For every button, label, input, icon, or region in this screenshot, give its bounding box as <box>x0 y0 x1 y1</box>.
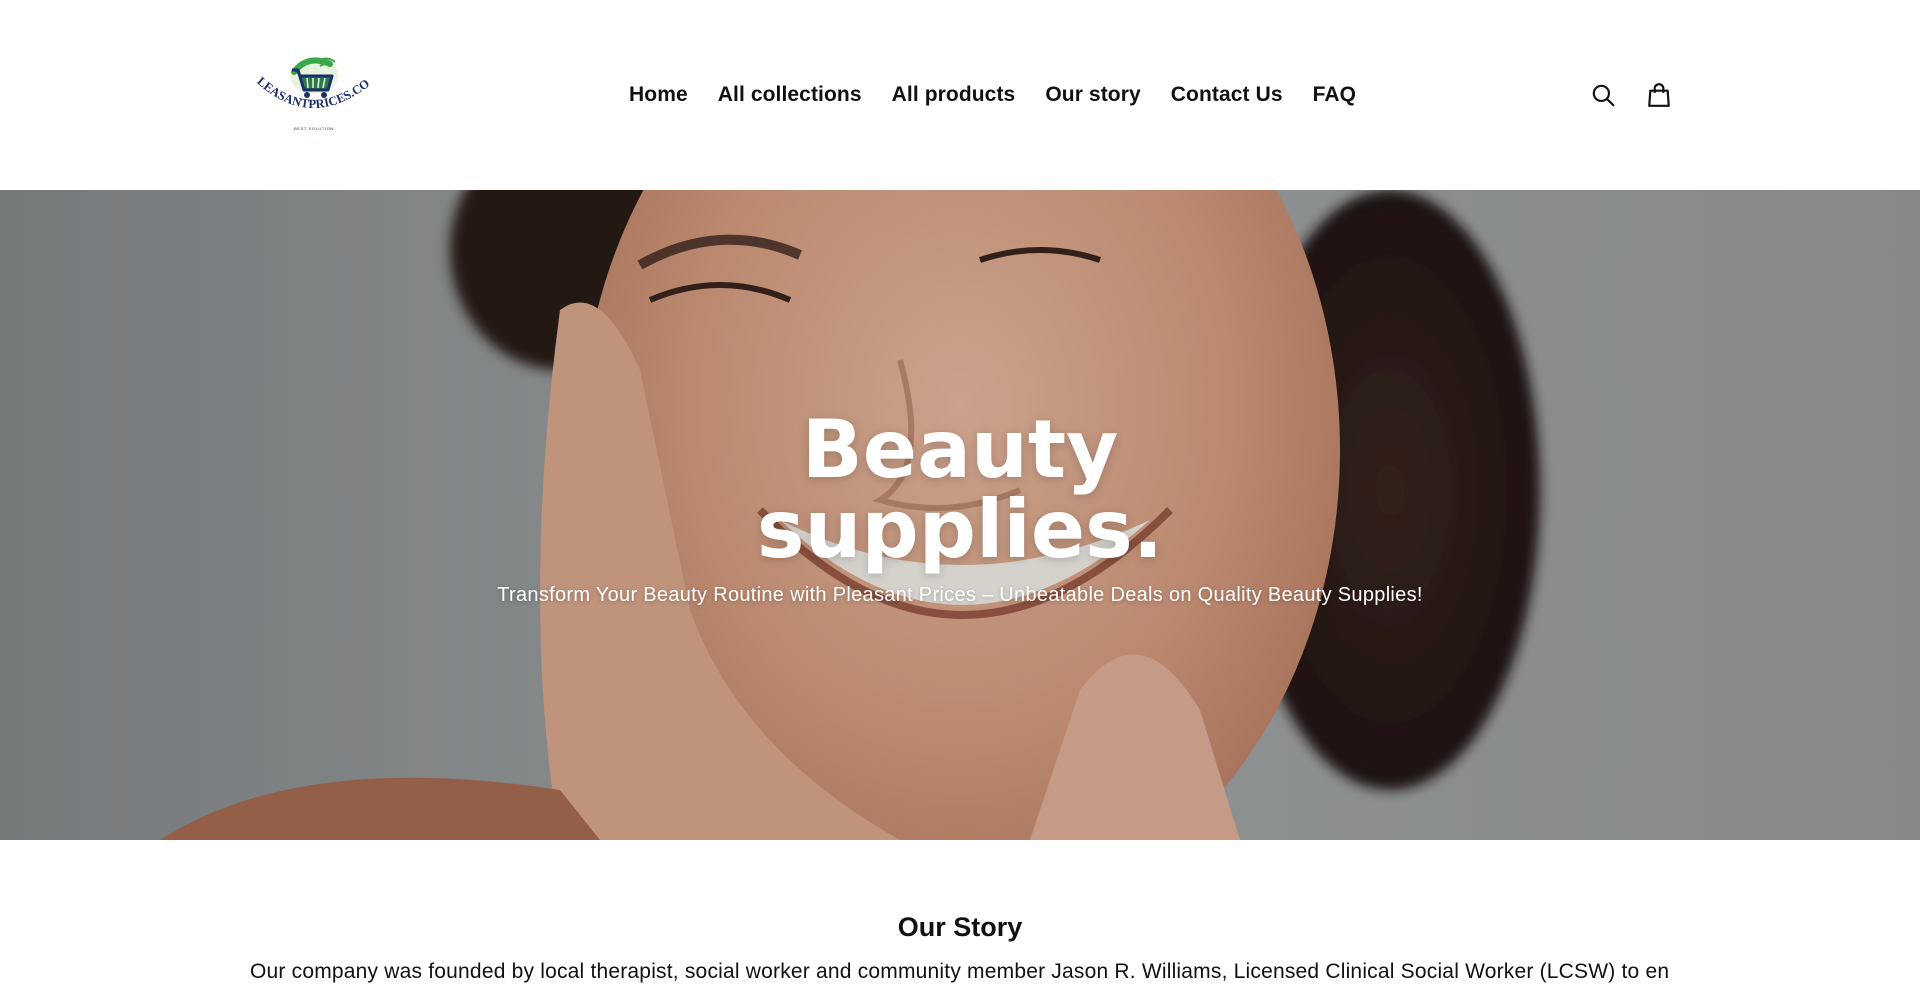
nav-contact-us[interactable]: Contact Us <box>1171 78 1283 112</box>
hero-title: Beauty supplies. <box>660 410 1260 570</box>
site-logo[interactable]: PLEASANTPRICES.COM BEST SOLUTION <box>250 52 380 134</box>
hero-banner: Beauty supplies. Transform Your Beauty R… <box>0 190 1920 840</box>
hero-content: Beauty supplies. Transform Your Beauty R… <box>0 190 1920 840</box>
hero-title-line-2: supplies. <box>756 483 1164 576</box>
nav-all-products[interactable]: All products <box>892 78 1016 112</box>
logo-cart-icon: PLEASANTPRICES.COM BEST SOLUTION <box>250 52 372 131</box>
hero-title-line-1: Beauty <box>801 403 1119 496</box>
site-header: PLEASANTPRICES.COM BEST SOLUTION Home Al… <box>0 0 1920 190</box>
story-text: Our company was founded by local therapi… <box>250 960 1670 983</box>
cart-icon <box>1648 83 1670 107</box>
header-actions <box>1588 78 1674 112</box>
logo-tagline: BEST SOLUTION <box>294 126 334 131</box>
search-icon <box>1592 84 1615 107</box>
nav-home[interactable]: Home <box>629 78 688 112</box>
story-title: Our Story <box>897 912 1023 942</box>
nav-our-story[interactable]: Our story <box>1045 78 1140 112</box>
nav-faq[interactable]: FAQ <box>1313 78 1356 112</box>
nav-all-collections[interactable]: All collections <box>718 78 862 112</box>
main-nav: Home All collections All products Our st… <box>629 78 1356 112</box>
cart-button[interactable] <box>1644 78 1674 112</box>
hero-subtitle: Transform Your Beauty Routine with Pleas… <box>497 584 1423 606</box>
search-button[interactable] <box>1588 78 1618 112</box>
